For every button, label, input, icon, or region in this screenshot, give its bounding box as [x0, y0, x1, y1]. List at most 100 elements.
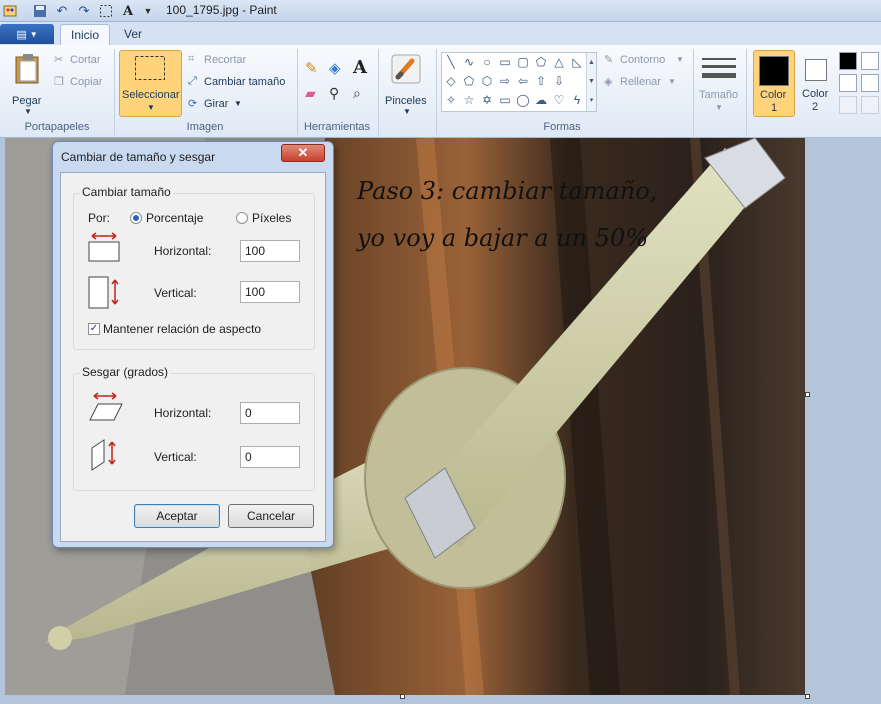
- ribbon-separator: [114, 49, 115, 135]
- size-label: Tamaño: [699, 89, 739, 101]
- color-picker-icon[interactable]: ⚲: [329, 85, 339, 102]
- skew-fieldset: Sesgar (grados) Horizontal: Vertical:: [73, 365, 315, 491]
- color2-label-line1: Color: [802, 88, 829, 100]
- percent-radio[interactable]: [130, 212, 142, 224]
- left-arrow-shape-icon[interactable]: ⇦: [516, 74, 530, 88]
- scissors-icon: ✂: [54, 54, 64, 66]
- rounded-rectangle-shape-icon[interactable]: ▢: [516, 55, 530, 69]
- resize-label: Cambiar tamaño: [204, 76, 286, 88]
- save-icon[interactable]: [32, 3, 48, 19]
- tab-inicio[interactable]: Inicio: [60, 24, 111, 45]
- eraser-icon[interactable]: ▰: [305, 85, 316, 102]
- color1-swatch: [759, 56, 789, 86]
- six-point-star-shape-icon[interactable]: ✡: [480, 93, 494, 107]
- resize-vertical-input[interactable]: [240, 281, 300, 303]
- pencil-icon[interactable]: ✎: [305, 59, 318, 77]
- oval-callout-shape-icon[interactable]: ◯: [516, 93, 530, 107]
- paste-button[interactable]: Pegar ▼: [6, 51, 50, 117]
- fill-bucket-icon[interactable]: ◈: [329, 59, 341, 77]
- keep-aspect-checkbox[interactable]: ✓: [88, 323, 100, 335]
- resize-button[interactable]: ⤢ Cambiar tamaño: [188, 75, 292, 91]
- rectangle-shape-icon[interactable]: ▭: [498, 55, 512, 69]
- brushes-label: Pinceles: [385, 95, 427, 107]
- select-button[interactable]: Seleccionar ▼: [119, 50, 182, 117]
- ok-button[interactable]: Aceptar: [134, 504, 220, 528]
- palette-swatch-white[interactable]: [839, 74, 857, 92]
- up-arrow-shape-icon[interactable]: ⇧: [534, 74, 548, 88]
- outline-dropdown-icon: ▼: [676, 55, 684, 64]
- pentagon-shape-icon[interactable]: ⬠: [462, 74, 476, 88]
- paste-label: Pegar: [12, 95, 42, 107]
- pixels-label: Píxeles: [252, 211, 292, 225]
- text-icon[interactable]: A: [353, 57, 367, 78]
- heart-shape-icon[interactable]: ♡: [552, 93, 566, 107]
- cloud-callout-shape-icon[interactable]: ☁: [534, 93, 548, 107]
- rotate-button[interactable]: ⟳ Girar ▼: [188, 97, 258, 113]
- diamond-shape-icon[interactable]: ◇: [444, 74, 458, 88]
- skew-vertical-label: Vertical:: [154, 450, 197, 464]
- palette-swatch-empty[interactable]: [839, 96, 857, 114]
- text-tool-icon[interactable]: A: [120, 3, 136, 19]
- five-point-star-shape-icon[interactable]: ☆: [462, 93, 476, 107]
- clipboard-icon: [15, 54, 39, 84]
- resize-horizontal-input[interactable]: [240, 240, 300, 262]
- vertical-resize-icon: [88, 276, 119, 309]
- undo-icon[interactable]: ↶: [54, 3, 70, 19]
- paint-app-icon[interactable]: [2, 3, 18, 19]
- pixels-radio[interactable]: [236, 212, 248, 224]
- copy-label: Copiar: [70, 76, 103, 88]
- hexagon-shape-icon[interactable]: ⬡: [480, 74, 494, 88]
- resize-handle-bottom[interactable]: [400, 694, 405, 699]
- palette-swatch-empty[interactable]: [861, 96, 879, 114]
- redo-icon[interactable]: ↷: [76, 3, 92, 19]
- line-shape-icon[interactable]: ╲: [444, 55, 458, 69]
- magnifier-icon[interactable]: ⌕: [353, 85, 361, 102]
- four-point-star-shape-icon[interactable]: ✧: [444, 93, 458, 107]
- brush-icon: [391, 54, 421, 84]
- group-label-image: Imagen: [186, 121, 224, 133]
- cut-button[interactable]: ✂ Cortar: [54, 53, 110, 69]
- select-rect-icon[interactable]: [98, 3, 114, 19]
- cancel-button[interactable]: Cancelar: [228, 504, 314, 528]
- color1-button[interactable]: Color 1: [753, 50, 795, 117]
- shapes-gallery: ╲ ∿ ○ ▭ ▢ ⬠ △ ◺ ◇ ⬠ ⬡ ⇨ ⇦ ⇧ ⇩ ✧ ☆ ✡ ▭ ◯ …: [441, 52, 597, 112]
- rect-callout-shape-icon[interactable]: ▭: [498, 93, 512, 107]
- color2-swatch: [805, 59, 827, 81]
- select-dropdown-icon: ▼: [147, 103, 155, 112]
- resize-handle-right[interactable]: [805, 392, 810, 397]
- shapes-scrollbar[interactable]: ▲ ▼ ▾: [586, 53, 596, 111]
- size-button[interactable]: Tamaño ▼: [697, 51, 741, 117]
- tab-ver[interactable]: Ver: [114, 24, 152, 45]
- skew-vertical-input[interactable]: [240, 446, 300, 468]
- copy-button[interactable]: ❐ Copiar: [54, 75, 110, 91]
- close-button[interactable]: ✕: [281, 144, 325, 162]
- customize-toolbar-icon[interactable]: ▼: [140, 3, 156, 19]
- fill-label: Rellenar: [620, 76, 661, 88]
- skew-horizontal-input[interactable]: [240, 402, 300, 424]
- right-triangle-shape-icon[interactable]: ◺: [570, 55, 584, 69]
- outline-button[interactable]: ✎ Contorno ▼: [604, 53, 688, 69]
- crop-button[interactable]: ⌗ Recortar: [188, 53, 268, 69]
- oval-shape-icon[interactable]: ○: [480, 55, 494, 69]
- lightning-shape-icon[interactable]: ϟ: [570, 93, 584, 107]
- resize-handle-corner[interactable]: [805, 694, 810, 699]
- color2-button[interactable]: Color 2: [799, 50, 833, 117]
- file-menu-button[interactable]: ▤ ▼: [0, 24, 54, 44]
- annotation-line-2: yo voy a bajar a un 50%: [357, 224, 649, 252]
- palette-swatch-black[interactable]: [839, 52, 857, 70]
- fill-icon: ◈: [604, 76, 613, 88]
- polygon-shape-icon[interactable]: ⬠: [534, 55, 548, 69]
- curve-shape-icon[interactable]: ∿: [462, 55, 476, 69]
- keep-aspect-label: Mantener relación de aspecto: [103, 322, 262, 336]
- brushes-button[interactable]: Pinceles ▼: [384, 51, 430, 117]
- down-arrow-shape-icon[interactable]: ⇩: [552, 74, 566, 88]
- color1-label-line1: Color: [760, 89, 787, 101]
- select-label: Seleccionar: [122, 89, 180, 101]
- resize-icon: ⤢: [188, 75, 197, 87]
- fill-button[interactable]: ◈ Rellenar ▼: [604, 75, 688, 91]
- triangle-shape-icon[interactable]: △: [552, 55, 566, 69]
- window-title: 100_1795.jpg - Paint: [166, 3, 277, 17]
- palette-swatch-white[interactable]: [861, 52, 879, 70]
- right-arrow-shape-icon[interactable]: ⇨: [498, 74, 512, 88]
- palette-swatch-white[interactable]: [861, 74, 879, 92]
